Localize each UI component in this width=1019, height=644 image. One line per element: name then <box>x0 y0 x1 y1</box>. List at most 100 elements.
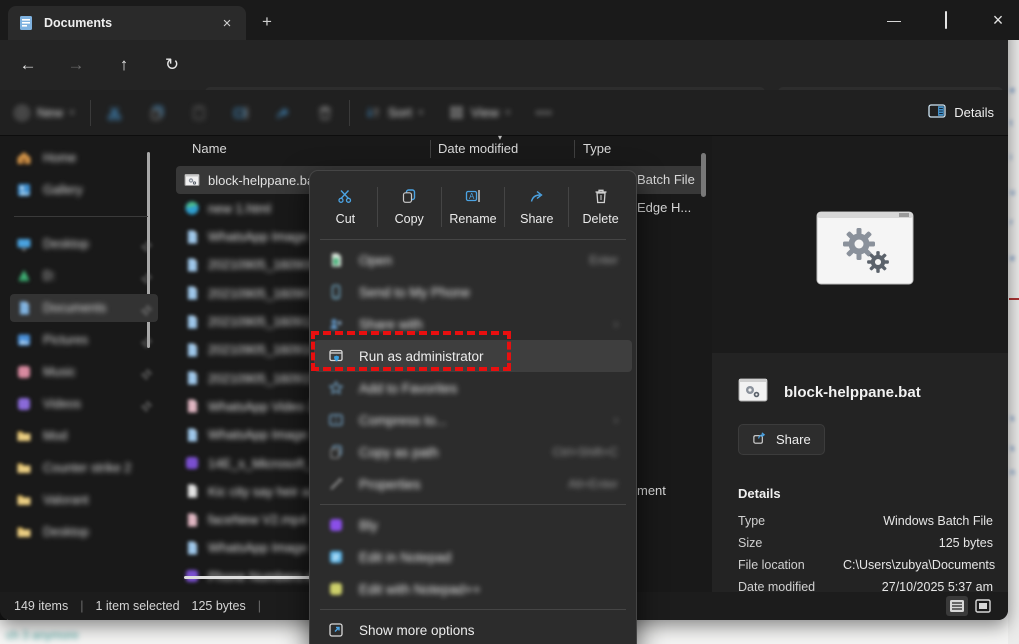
menu-item-edit-with-notepad[interactable]: Edit with Notepad++ <box>314 573 632 605</box>
sidebar-item-pictures[interactable]: Pictures <box>10 326 158 354</box>
menu-item-shortcut: Alt+Enter <box>568 477 618 491</box>
copy-path-icon <box>328 444 345 461</box>
app-purple-icon <box>184 455 200 471</box>
sort-button[interactable]: Sort▾ <box>366 105 423 120</box>
minimize-button[interactable]: — <box>885 12 903 28</box>
sidebar-item-label: Desktop <box>43 525 152 539</box>
svg-text:A: A <box>469 192 475 201</box>
cut-icon <box>337 188 353 207</box>
documents-icon <box>16 300 33 317</box>
details-pane-toggle[interactable]: Details <box>928 104 994 121</box>
sidebar-item-d[interactable]: D: <box>10 262 158 290</box>
back-button[interactable]: ← <box>14 52 42 78</box>
large-icons-view-toggle[interactable] <box>972 596 994 616</box>
context-menu: CutCopyARenameShareDelete OpenEnter Send … <box>309 170 637 644</box>
menu-item-label: Run as administrator <box>359 349 618 364</box>
view-toggles <box>946 596 994 616</box>
compress-icon <box>328 412 345 429</box>
preview-share-button[interactable]: Share <box>738 424 825 455</box>
sidebar-item-counter-strike-2[interactable]: Counter strike 2 <box>10 454 158 482</box>
delete-icon <box>593 188 609 207</box>
maximize-button[interactable] <box>937 12 955 28</box>
file-type: ment <box>637 483 666 498</box>
background-page-text: ch 3 anymore <box>6 628 79 642</box>
screen: { "titlebar": { "tab_title": "Documents"… <box>0 0 1019 644</box>
delete-button[interactable] <box>317 105 333 121</box>
menu-item-show-more-options[interactable]: Show more options <box>314 614 632 644</box>
more-options-button[interactable]: ••• <box>536 105 553 120</box>
pin-icon <box>141 367 152 378</box>
sidebar-item-desktop[interactable]: Desktop <box>10 230 158 258</box>
menu-item-copy-as-path[interactable]: Copy as pathCtrl+Shift+C <box>314 436 632 468</box>
share-button[interactable] <box>275 105 291 121</box>
sidebar-item-documents[interactable]: Documents <box>10 294 158 322</box>
sidebar-item-music[interactable]: Music <box>10 358 158 386</box>
details-panel-icon <box>928 104 946 121</box>
sidebar-item-label: Music <box>43 365 131 379</box>
menu-item-label: Send to My Phone <box>359 285 618 300</box>
up-button[interactable]: ↑ <box>110 52 138 78</box>
column-header-date-modified[interactable]: Date modified <box>438 141 518 156</box>
file-list-scrollbar[interactable] <box>701 153 706 197</box>
copy-button[interactable] <box>149 105 165 121</box>
menu-item-label: Show more options <box>359 623 618 638</box>
gallery-icon <box>16 182 33 199</box>
forward-button[interactable]: → <box>62 52 90 78</box>
paste-button[interactable] <box>191 105 207 121</box>
details-view-toggle[interactable] <box>946 596 968 616</box>
view-button[interactable]: View▾ <box>449 105 510 120</box>
detail-row-size: Size125 bytes <box>738 536 993 550</box>
background-text-fragment: i <box>1010 152 1012 162</box>
quick-action-rename[interactable]: ARename <box>442 179 505 235</box>
quick-action-cut[interactable]: Cut <box>314 179 377 235</box>
drive-icon <box>16 268 33 285</box>
sidebar-item-home[interactable]: Home <box>10 144 158 172</box>
new-tab-button[interactable]: + <box>262 12 272 32</box>
background-text-fragment: r <box>1010 217 1013 227</box>
menu-item-bly[interactable]: Bly <box>314 509 632 541</box>
menu-item-run-as-administrator[interactable]: Run as administrator <box>314 340 632 372</box>
sidebar-item-gallery[interactable]: Gallery <box>10 176 158 204</box>
doc-blue-icon <box>184 314 200 330</box>
file-name: faceNew V2.mp4 <box>208 512 307 527</box>
column-header-name[interactable]: Name <box>192 141 227 156</box>
share-icon <box>752 431 767 449</box>
quick-action-delete[interactable]: Delete <box>569 179 632 235</box>
background-red-line <box>1009 298 1019 300</box>
quick-actions-row: CutCopyARenameShareDelete <box>310 179 636 235</box>
folder-icon <box>16 524 33 541</box>
new-button[interactable]: New▾ <box>14 105 74 121</box>
menu-item-properties[interactable]: PropertiesAlt+Enter <box>314 468 632 500</box>
sidebar-item-valorant[interactable]: Valorant <box>10 486 158 514</box>
refresh-button[interactable]: ↻ <box>158 52 186 78</box>
doc-blue-icon <box>184 285 200 301</box>
sidebar-item-mod[interactable]: Mod <box>10 422 158 450</box>
menu-item-share-with[interactable]: Share with› <box>314 308 632 340</box>
sidebar-item-videos[interactable]: Videos <box>10 390 158 418</box>
details-section-title: Details <box>738 486 781 501</box>
submenu-chevron-icon: › <box>614 413 618 427</box>
cut-button[interactable] <box>107 105 123 121</box>
column-header-type[interactable]: Type <box>583 141 611 156</box>
quick-action-share[interactable]: Share <box>505 179 568 235</box>
menu-item-open[interactable]: OpenEnter <box>314 244 632 276</box>
tab-close-icon[interactable]: × <box>218 15 236 32</box>
context-menu-items: OpenEnter Send to My Phone Share with› Run … <box>310 244 636 644</box>
detail-label: Type <box>738 514 843 528</box>
menu-item-compress-to[interactable]: Compress to...› <box>314 404 632 436</box>
tab-documents[interactable]: Documents × <box>8 6 246 40</box>
bly-icon <box>328 517 345 534</box>
menu-item-edit-in-notepad[interactable]: Edit in Notepad <box>314 541 632 573</box>
menu-item-add-to-favorites[interactable]: Add to Favorites <box>314 372 632 404</box>
menu-item-send-to-my-phone[interactable]: Send to My Phone <box>314 276 632 308</box>
sidebar-item-desktop[interactable]: Desktop <box>10 518 158 546</box>
quick-action-copy[interactable]: Copy <box>378 179 441 235</box>
close-button[interactable]: × <box>989 10 1007 31</box>
bat-file-icon <box>738 378 768 407</box>
background-page-right-strip <box>1008 20 1019 644</box>
rename-icon: A <box>465 188 481 207</box>
doc-blue-icon <box>184 540 200 556</box>
background-text-fragment: s <box>1010 443 1015 453</box>
rename-button[interactable] <box>233 105 249 121</box>
file-name: Kic city say heir aa <box>208 484 316 499</box>
